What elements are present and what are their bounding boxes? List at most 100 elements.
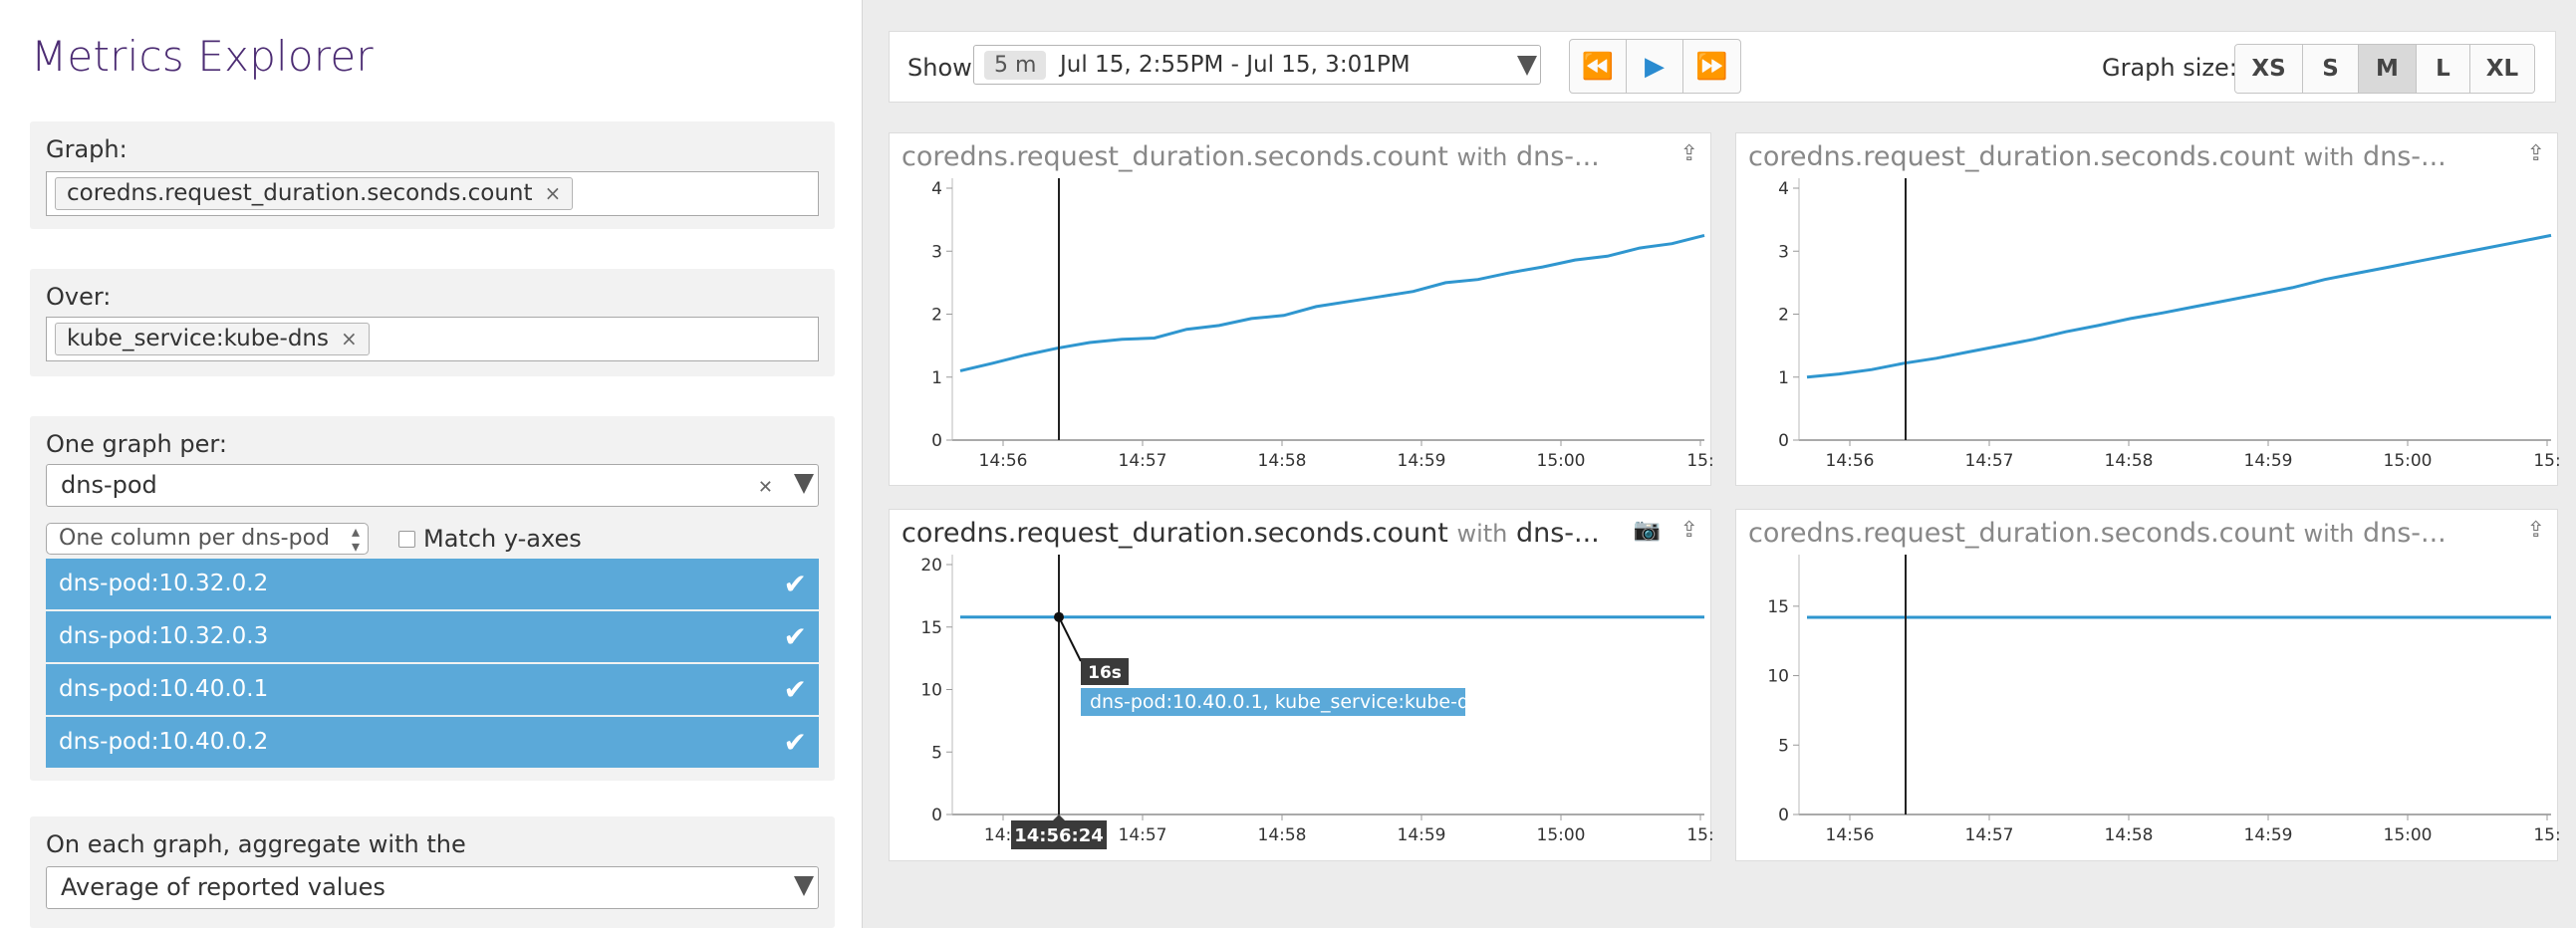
clear-icon[interactable]: ✕ (758, 467, 773, 508)
x-tick-label: 14:56 (979, 451, 1028, 471)
x-tick-label: 14:58 (2105, 451, 2154, 471)
line-chart: 0 1 2 3 4 14:56 14:57 14:58 14:59 15:00 15: (1778, 178, 2559, 471)
y-tick-label: 15 (1767, 597, 1789, 617)
y-tick-label: 10 (920, 681, 942, 701)
size-l-button[interactable]: L (2417, 45, 2470, 93)
tooltip-value: 16s (1088, 663, 1122, 683)
rewind-button[interactable]: ⏪ (1570, 40, 1627, 93)
y-tick-label: 3 (1778, 242, 1789, 262)
x-tick-label: 15:00 (1537, 451, 1586, 471)
y-tick-label: 0 (1778, 431, 1789, 451)
match-y-axes-checkbox[interactable]: Match y-axes (398, 525, 582, 553)
x-tick-label: 15:00 (1537, 825, 1586, 845)
x-tick-label: 14:56 (1826, 451, 1875, 471)
pod-item[interactable]: dns-pod:10.32.0.3 ✔ (46, 611, 819, 662)
x-tick-label: 15: (2533, 451, 2559, 471)
size-s-button[interactable]: S (2303, 45, 2359, 93)
size-xs-button[interactable]: XS (2235, 45, 2303, 93)
fast-forward-button[interactable]: ⏩ (1683, 40, 1740, 93)
pod-item[interactable]: dns-pod:10.32.0.2 ✔ (46, 559, 819, 609)
metric-tag[interactable]: coredns.request_duration.seconds.count × (55, 177, 574, 210)
pod-label: dns-pod:10.40.0.1 (59, 676, 269, 702)
y-tick-label: 4 (931, 179, 942, 199)
x-tick-label: 15: (1686, 825, 1712, 845)
updown-arrows-icon: ▴ ▾ (351, 522, 360, 556)
share-icon[interactable]: ⇪ (1680, 141, 1698, 166)
chevron-down-icon[interactable] (1517, 56, 1537, 76)
time-nav-buttons: ⏪ ▶ ⏩ (1569, 39, 1741, 94)
chart-title: coredns.request_duration.seconds.count w… (1748, 141, 2447, 172)
remove-tag-icon[interactable]: × (341, 324, 358, 354)
x-tick-label: 14:58 (1258, 825, 1307, 845)
camera-icon[interactable]: 📷 (1634, 518, 1661, 543)
over-section: Over: kube_service:kube-dns × (30, 269, 835, 376)
chart-title-metric: coredns.request_duration.seconds.count (902, 518, 1448, 549)
graph-size-label: Graph size: (2102, 54, 2237, 82)
x-tick-label: 14:59 (2244, 451, 2293, 471)
share-icon[interactable]: ⇪ (2527, 518, 2545, 543)
y-tick-label: 1 (931, 368, 942, 388)
chart-title-metric: coredns.request_duration.seconds.count (902, 141, 1448, 172)
y-tick-label: 3 (931, 242, 942, 262)
tooltip-series: dns-pod:10.40.0.1, kube_service:kube-dns (1090, 691, 1491, 713)
chart-title-with: with (2303, 143, 2355, 171)
x-tick-label: 14:58 (1258, 451, 1307, 471)
graph-per-select[interactable]: dns-pod ✕ (46, 464, 819, 507)
checkmark-icon: ✔ (783, 568, 807, 600)
share-icon[interactable]: ⇪ (2527, 141, 2545, 166)
pod-item[interactable]: dns-pod:10.40.0.1 ✔ (46, 664, 819, 715)
one-graph-per-section: One graph per: dns-pod ✕ One column per … (30, 416, 835, 781)
chart-panel: 0 1 2 3 4 14:56 14:57 14:58 14:59 15:00 15: coredn… (1735, 132, 2559, 486)
line-chart: 0510152014:5 14:57 14:58 14:59 15:00 15:16sdn… (920, 555, 1712, 849)
graph-metric-input[interactable]: coredns.request_duration.seconds.count × (46, 171, 819, 216)
y-tick-label: 5 (1778, 736, 1789, 756)
checkmark-icon: ✔ (783, 673, 807, 706)
time-toolbar: Show 5 m Jul 15, 2:55PM - Jul 15, 3:01PM… (889, 31, 2556, 103)
aggregate-label: On each graph, aggregate with the (46, 830, 466, 858)
fast-forward-icon: ⏩ (1695, 51, 1728, 82)
x-tick-label: 14:57 (1965, 825, 2014, 845)
chevron-down-icon[interactable] (794, 474, 814, 494)
x-tick-label: 14:59 (1398, 451, 1446, 471)
size-xl-button[interactable]: XL (2470, 45, 2534, 93)
remove-tag-icon[interactable]: × (545, 178, 562, 209)
over-scope-input[interactable]: kube_service:kube-dns × (46, 317, 819, 361)
chart-title-rest: dns-... (2362, 518, 2447, 549)
checkbox-icon[interactable] (398, 531, 415, 548)
chevron-down-icon[interactable] (794, 876, 814, 896)
y-tick-label: 4 (1778, 179, 1789, 199)
line-chart: 0 1 2 3 4 14:56 14:57 14:58 14:59 15:00 15: (931, 178, 1712, 471)
y-tick-label: 0 (931, 431, 942, 451)
x-tick-label: 14:57 (1965, 451, 2014, 471)
y-tick-label: 1 (1778, 368, 1789, 388)
rewind-icon: ⏪ (1581, 51, 1615, 82)
chart-title: coredns.request_duration.seconds.count w… (1748, 518, 2447, 549)
metrics-explorer-sidebar: Metrics Explorer Graph: coredns.request_… (0, 0, 863, 928)
column-select[interactable]: One column per dns-pod ▴ ▾ (46, 523, 369, 555)
y-tick-label: 10 (1767, 667, 1789, 687)
graph-size-buttons: XS S M L XL (2234, 44, 2535, 94)
chart-title-rest: dns-... (1515, 518, 1600, 549)
time-range-select[interactable]: 5 m Jul 15, 2:55PM - Jul 15, 3:01PM (973, 45, 1541, 85)
scope-tag[interactable]: kube_service:kube-dns × (55, 323, 370, 355)
size-m-button[interactable]: M (2359, 45, 2417, 93)
y-tick-label: 0 (931, 806, 942, 825)
x-tick-label: 15:00 (2384, 451, 2433, 471)
checkmark-icon: ✔ (783, 726, 807, 759)
play-button[interactable]: ▶ (1627, 40, 1683, 93)
y-tick-label: 20 (920, 556, 942, 576)
chart-title-with: with (1456, 143, 1508, 171)
chart-panel: 0 5 10 15 14:56 14:57 14:58 14:59 15:00 15: cored… (1735, 509, 2559, 861)
aggregate-select[interactable]: Average of reported values (46, 866, 819, 909)
page-title: Metrics Explorer (31, 32, 374, 81)
x-tick-label: 15: (1686, 451, 1712, 471)
share-icon[interactable]: ⇪ (1680, 518, 1698, 543)
pod-item[interactable]: dns-pod:10.40.0.2 ✔ (46, 717, 819, 768)
chart-title-with: with (1456, 520, 1508, 548)
column-select-value: One column per dns-pod (59, 526, 331, 551)
pod-label: dns-pod:10.32.0.2 (59, 571, 269, 596)
tooltip-leader (1058, 616, 1082, 662)
x-tick-label: 15:00 (2384, 825, 2433, 845)
graph-section: Graph: coredns.request_duration.seconds.… (30, 121, 835, 229)
scope-tag-label: kube_service:kube-dns (67, 326, 329, 351)
